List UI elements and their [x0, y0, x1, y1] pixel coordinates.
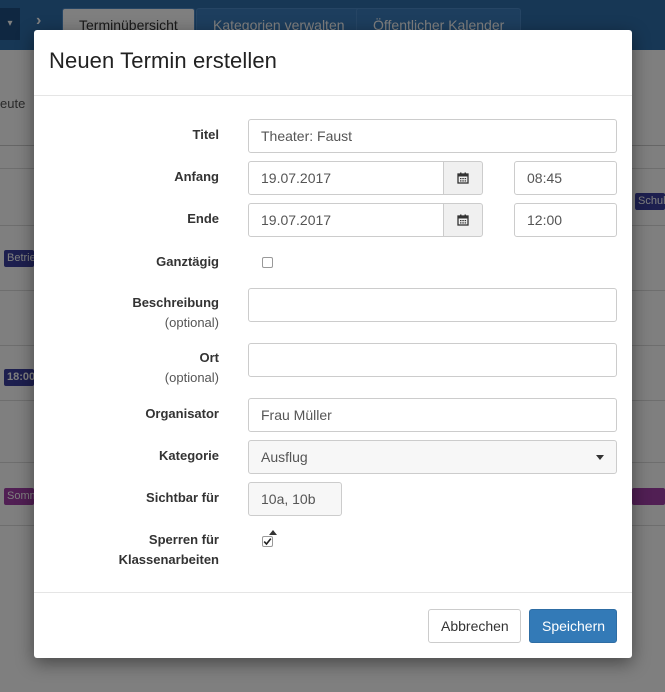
- location-label-text: Ort: [199, 350, 220, 365]
- start-date-picker-button[interactable]: [443, 161, 483, 195]
- end-date-picker-button[interactable]: [443, 203, 483, 237]
- visible-for-multiselect[interactable]: 10a, 10b: [248, 482, 342, 535]
- title-input[interactable]: Theater: Faust: [248, 119, 617, 153]
- all-day-checkbox[interactable]: [262, 257, 273, 268]
- modal-title: Neuen Termin erstellen: [49, 48, 278, 73]
- location-input[interactable]: [248, 343, 617, 377]
- visible-for-selected-value: 10a, 10b: [261, 491, 316, 507]
- end-label: Ende: [187, 211, 219, 226]
- description-label-text: Beschreibung: [132, 295, 219, 310]
- category-label: Kategorie: [159, 448, 219, 463]
- block-exams-checkbox[interactable]: [262, 536, 273, 547]
- calendar-icon: [457, 214, 469, 226]
- calendar-icon: [457, 172, 469, 184]
- organizer-label: Organisator: [145, 406, 219, 421]
- caret-down-icon: [596, 455, 604, 460]
- all-day-label: Ganztägig: [156, 254, 219, 269]
- description-optional-text: (optional): [164, 315, 219, 330]
- save-button[interactable]: Speichern: [529, 609, 617, 643]
- location-optional-text: (optional): [164, 370, 219, 385]
- block-exams-label-line1: Sperren für: [148, 532, 219, 547]
- start-date-input[interactable]: 19.07.2017: [248, 161, 444, 195]
- location-label: Ort (optional): [165, 348, 219, 388]
- cancel-button[interactable]: Abbrechen: [428, 609, 521, 643]
- visible-for-label: Sichtbar für: [146, 490, 219, 505]
- category-selected-value: Ausflug: [261, 449, 308, 465]
- block-exams-label: Sperren für Klassenarbeiten: [119, 530, 219, 570]
- check-icon: [263, 538, 272, 546]
- end-date-input[interactable]: 19.07.2017: [248, 203, 444, 237]
- organizer-input[interactable]: Frau Müller: [248, 398, 617, 432]
- description-input[interactable]: [248, 288, 617, 322]
- modal-header: Neuen Termin erstellen: [34, 30, 632, 96]
- category-select[interactable]: Ausflug: [248, 440, 617, 474]
- description-label: Beschreibung (optional): [132, 293, 219, 333]
- start-time-input[interactable]: 08:45: [514, 161, 617, 195]
- caret-up-icon: [269, 529, 277, 535]
- modal-footer: Abbrechen Speichern: [34, 592, 632, 658]
- new-event-dialog: Neuen Termin erstellen Titel Theater: Fa…: [34, 30, 632, 658]
- end-time-input[interactable]: 12:00: [514, 203, 617, 237]
- start-label: Anfang: [174, 169, 219, 184]
- title-label: Titel: [192, 127, 220, 142]
- block-exams-label-line2: Klassenarbeiten: [118, 552, 219, 567]
